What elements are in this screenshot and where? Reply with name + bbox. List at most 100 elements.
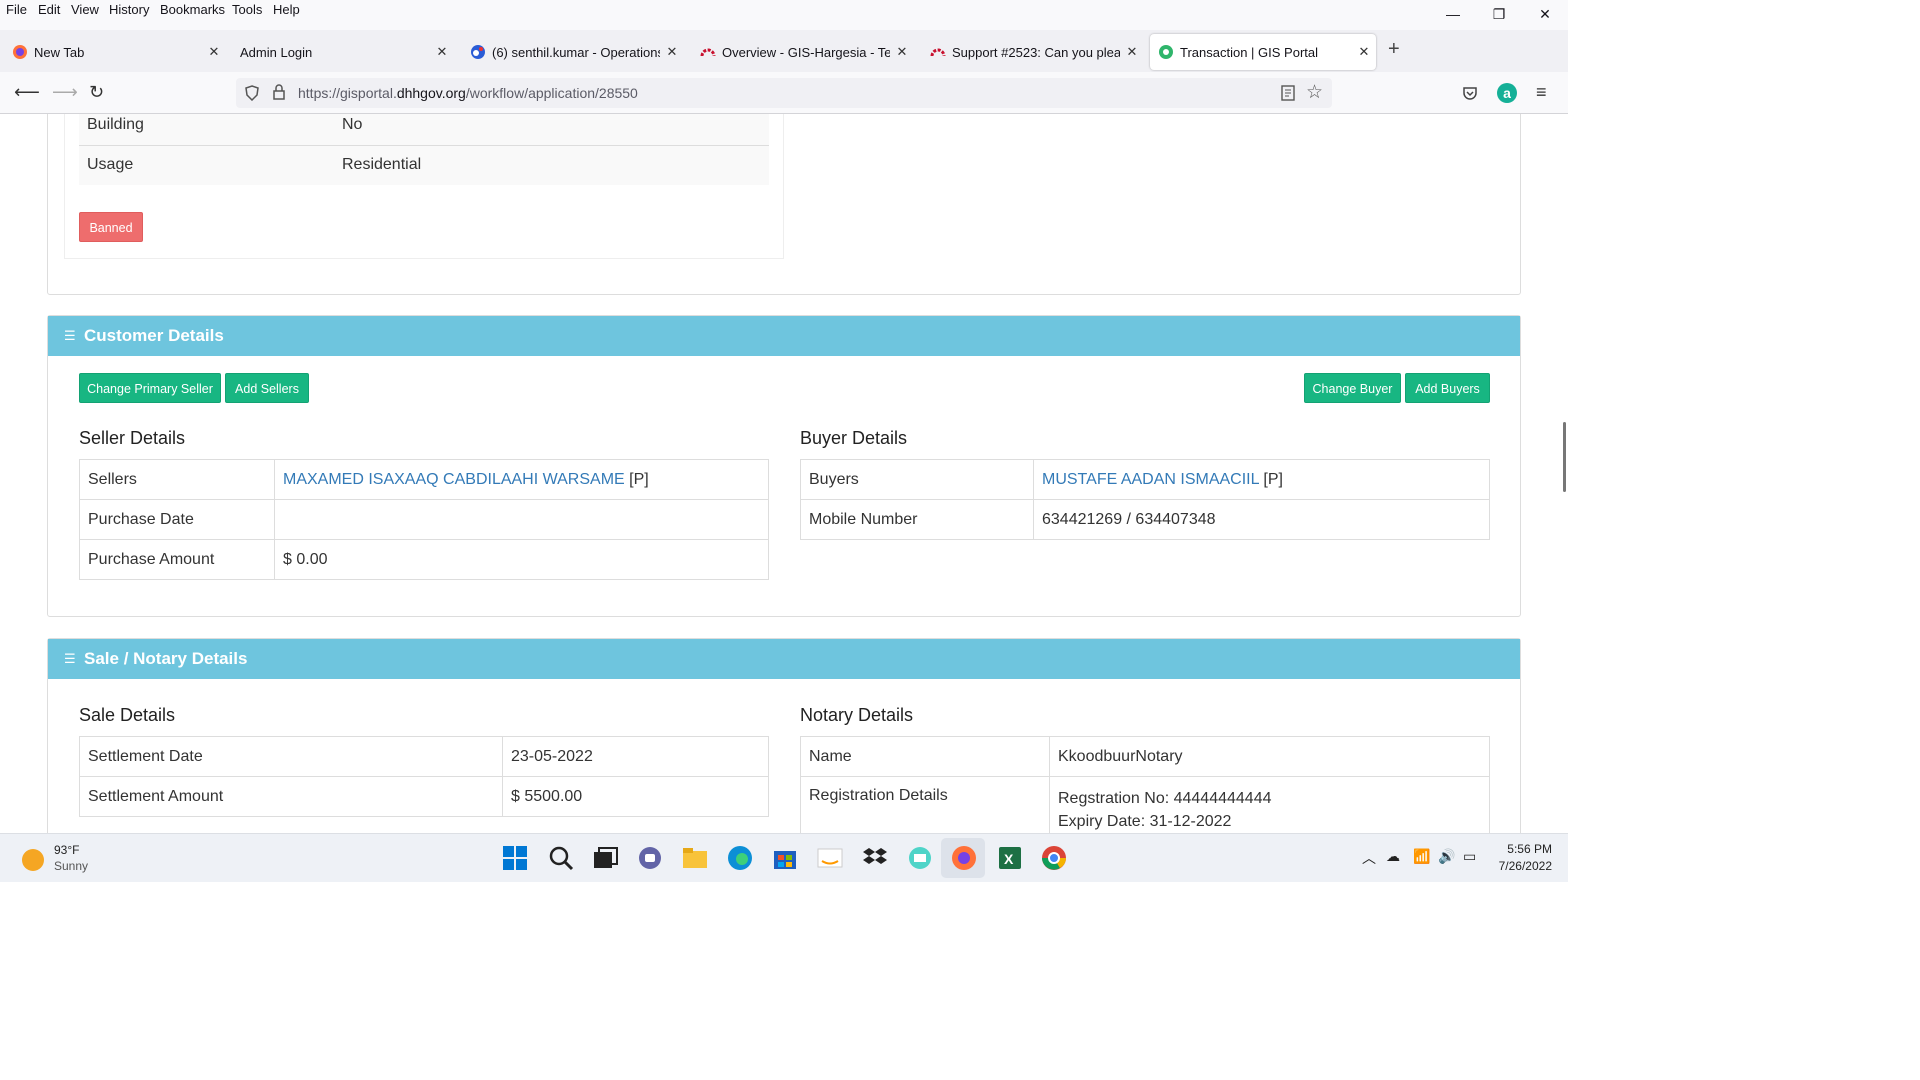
- shield-icon[interactable]: [244, 85, 260, 101]
- add-sellers-button[interactable]: Add Sellers: [225, 373, 309, 403]
- seller-link[interactable]: MAXAMED ISAXAAQ CABDILAAHI WARSAME: [283, 471, 625, 488]
- mail-app-icon[interactable]: [906, 844, 934, 872]
- customer-details-header: ☰ Customer Details: [48, 316, 1520, 356]
- weather-temp[interactable]: 93°F: [54, 843, 79, 857]
- close-tab-icon[interactable]: ✕: [1352, 44, 1376, 60]
- close-tab-icon[interactable]: ✕: [890, 44, 914, 60]
- expiry-date: Expiry Date: 31-12-2022: [1058, 813, 1232, 830]
- onedrive-icon[interactable]: ☁: [1386, 848, 1400, 865]
- settlement-amount-value: $ 5500.00: [502, 776, 769, 817]
- search-icon[interactable]: [547, 844, 575, 872]
- close-tab-icon[interactable]: ✕: [430, 44, 454, 60]
- buyer-table: Buyers MUSTAFE AADAN ISMAACIIL [P] Mobil…: [800, 459, 1490, 540]
- usage-value: Residential: [342, 156, 422, 174]
- table-row: Mobile Number 634421269 / 634407348: [800, 499, 1490, 540]
- reload-icon[interactable]: ↻: [89, 82, 104, 103]
- bookmark-star-icon[interactable]: ☆: [1306, 81, 1323, 104]
- minimize-button[interactable]: —: [1430, 0, 1476, 30]
- scrollbar-thumb[interactable]: [1563, 422, 1566, 492]
- close-tab-icon[interactable]: ✕: [1120, 44, 1144, 60]
- weather-desc[interactable]: Sunny: [54, 859, 88, 873]
- task-view-icon[interactable]: [591, 844, 619, 872]
- forward-icon[interactable]: ⟶: [52, 82, 78, 103]
- menu-help[interactable]: Help: [273, 2, 300, 17]
- tab-title: (6) senthil.kumar - Operations Te: [492, 44, 660, 60]
- taskbar: 93°F Sunny X ︿ ☁ 📶 🔊 ▭ 5:56 PM 7/26/2022: [0, 833, 1568, 882]
- table-row: Settlement Date 23-05-2022: [79, 736, 769, 777]
- svg-text:X: X: [1004, 851, 1014, 867]
- change-primary-seller-button[interactable]: Change Primary Seller: [79, 373, 221, 403]
- mobile-value: 634421269 / 634407348: [1033, 499, 1490, 540]
- list-icon: ☰: [64, 651, 76, 666]
- close-window-button[interactable]: ✕: [1522, 0, 1568, 30]
- dropbox-icon[interactable]: [861, 844, 889, 872]
- windows-start-icon[interactable]: [501, 844, 529, 872]
- tab-title: Transaction | GIS Portal: [1180, 44, 1319, 60]
- notary-name-label: Name: [800, 736, 1050, 777]
- hamburger-menu-icon[interactable]: ≡: [1536, 82, 1547, 103]
- back-icon[interactable]: ⟵: [14, 82, 40, 103]
- sale-details-heading: Sale Details: [79, 705, 176, 725]
- wifi-icon[interactable]: 📶: [1413, 848, 1430, 865]
- account-icon[interactable]: a: [1497, 83, 1517, 103]
- sellers-cell: MAXAMED ISAXAAQ CABDILAAHI WARSAME [P]: [274, 459, 769, 500]
- tab-transaction[interactable]: Transaction | GIS Portal ✕: [1150, 34, 1376, 70]
- menu-tools[interactable]: Tools: [232, 2, 262, 17]
- edge-icon[interactable]: [726, 844, 754, 872]
- amazon-icon[interactable]: [816, 844, 844, 872]
- tab-admin-login[interactable]: Admin Login ✕: [232, 34, 454, 70]
- menu-file[interactable]: File: [6, 2, 27, 17]
- close-tab-icon[interactable]: ✕: [202, 44, 226, 60]
- buyer-link[interactable]: MUSTAFE AADAN ISMAACIIL: [1042, 471, 1259, 488]
- sale-table: Settlement Date 23-05-2022 Settlement Am…: [79, 736, 769, 817]
- firefox-icon[interactable]: [950, 844, 978, 872]
- primary-tag: [P]: [624, 470, 649, 488]
- url-text[interactable]: https://gisportal.dhhgov.org/workflow/ap…: [298, 85, 638, 101]
- excel-icon[interactable]: X: [996, 844, 1024, 872]
- notary-table: Name KkoodbuurNotary Registration Detail…: [800, 736, 1490, 833]
- tab-operations[interactable]: (6) senthil.kumar - Operations Te ✕: [462, 34, 684, 70]
- menu-bookmarks[interactable]: Bookmarks: [160, 2, 225, 17]
- tab-strip: New Tab ✕ Admin Login ✕ (6) senthil.kuma…: [0, 30, 1568, 72]
- url-prefix: https://gisportal.: [298, 85, 397, 101]
- menu-history[interactable]: History: [109, 2, 149, 17]
- lock-icon[interactable]: [272, 84, 286, 100]
- battery-icon[interactable]: ▭: [1463, 848, 1476, 865]
- url-bar[interactable]: https://gisportal.dhhgov.org/workflow/ap…: [236, 78, 1332, 108]
- file-explorer-icon[interactable]: [681, 844, 709, 872]
- chevron-up-icon[interactable]: ︿: [1362, 848, 1376, 868]
- tab-title: Support #2523: Can you please: [952, 44, 1120, 60]
- change-buyer-button[interactable]: Change Buyer: [1304, 373, 1401, 403]
- teams-chat-icon[interactable]: [636, 844, 664, 872]
- menu-edit[interactable]: Edit: [38, 2, 60, 17]
- sale-notary-panel: ☰ Sale / Notary Details Sale Details Set…: [47, 638, 1521, 833]
- tab-new-tab[interactable]: New Tab ✕: [4, 34, 226, 70]
- banned-button[interactable]: Banned: [79, 212, 143, 242]
- table-row: Settlement Amount $ 5500.00: [79, 776, 769, 817]
- close-tab-icon[interactable]: ✕: [660, 44, 684, 60]
- seller-table: Sellers MAXAMED ISAXAAQ CABDILAAHI WARSA…: [79, 459, 769, 580]
- pocket-icon[interactable]: [1462, 85, 1478, 101]
- reader-view-icon[interactable]: [1280, 85, 1296, 101]
- clock-date[interactable]: 7/26/2022: [1490, 859, 1552, 873]
- buyer-details-heading: Buyer Details: [800, 428, 908, 448]
- redmine-icon: [700, 48, 716, 57]
- menu-view[interactable]: View: [71, 2, 99, 17]
- store-icon[interactable]: [771, 844, 799, 872]
- chrome-icon[interactable]: [1040, 844, 1068, 872]
- clock-time[interactable]: 5:56 PM: [1500, 842, 1552, 856]
- add-buyers-button[interactable]: Add Buyers: [1405, 373, 1490, 403]
- restore-button[interactable]: ❐: [1476, 0, 1522, 30]
- table-row: Sellers MAXAMED ISAXAAQ CABDILAAHI WARSA…: [79, 459, 769, 500]
- firefox-icon: [13, 45, 27, 59]
- tab-support[interactable]: Support #2523: Can you please ✕: [922, 34, 1144, 70]
- table-row: Purchase Date: [79, 499, 769, 540]
- new-tab-button[interactable]: +: [1388, 38, 1400, 61]
- sun-icon[interactable]: [22, 849, 44, 871]
- buyers-label: Buyers: [800, 459, 1034, 500]
- volume-icon[interactable]: 🔊: [1438, 848, 1455, 865]
- notary-details-heading: Notary Details: [800, 705, 914, 725]
- table-row: Registration Details Regstration No: 444…: [800, 776, 1490, 833]
- registration-no: Regstration No: 44444444444: [1058, 790, 1272, 807]
- tab-overview[interactable]: Overview - GIS-Hargesia - Team ✕: [692, 34, 914, 70]
